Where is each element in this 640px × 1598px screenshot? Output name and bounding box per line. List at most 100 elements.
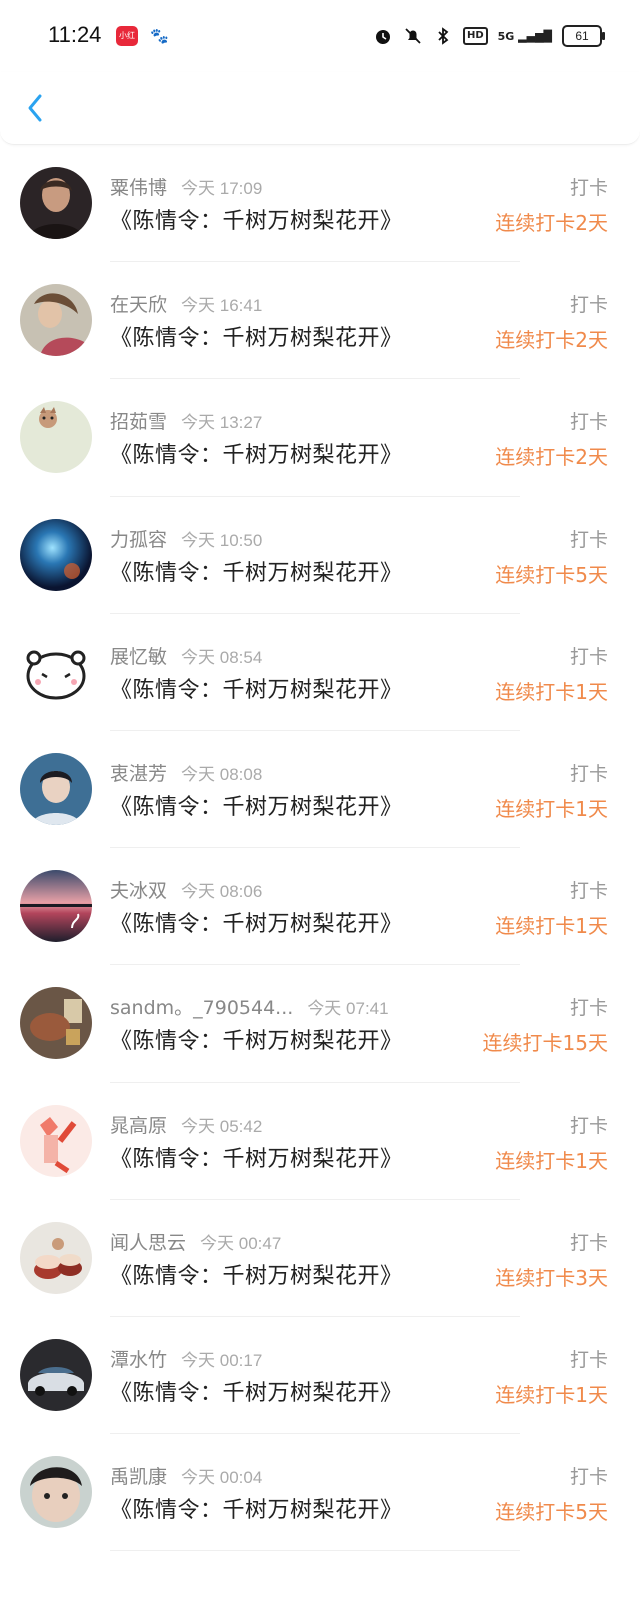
avatar[interactable] (20, 284, 92, 357)
user-name: 夫冰双 今天 08:06 (110, 876, 262, 903)
checkin-label: 打卡 (569, 294, 608, 317)
user-name-text: 粟伟博 (110, 177, 168, 199)
checkin-label: 打卡 (569, 177, 608, 199)
battery-icon: 61 (562, 25, 605, 47)
avatar[interactable] (20, 870, 92, 943)
streak-label: 连续打卡3天 (495, 1265, 608, 1290)
avatar[interactable] (20, 1338, 92, 1411)
avatar[interactable] (20, 752, 92, 825)
checkin-label: 打卡 (569, 1114, 608, 1137)
list-item[interactable]: 禹凯康 今天 00:04 《陈情令：千树万树梨花开》 打卡 连续打卡5天 (0, 1434, 640, 1552)
list-item[interactable]: 在天欣 今天 16:41 《陈情令：千树万树梨花开》 打卡 连续打卡2天 (0, 262, 640, 380)
streak-label: 连续打卡1天 (495, 914, 608, 939)
checkin-time: 今天 05:42 (181, 1116, 263, 1136)
user-name-text: 晁高原 (110, 1114, 168, 1137)
user-name-text: 展忆敏 (110, 645, 168, 668)
list-item[interactable]: 闻人思云 今天 00:47 《陈情令：千树万树梨花开》 打卡连续打卡3天 (0, 1200, 640, 1317)
streak-label: 连续打卡1天 (495, 679, 608, 704)
book-title: 《陈情令：千树万树梨花开》 (110, 1380, 403, 1406)
checkin-time: 今天 17:09 (181, 179, 263, 198)
checkin-label: 打卡 (569, 1231, 608, 1254)
checkin-time: 今天 00:47 (200, 1233, 282, 1253)
checkin-time: 今天 08:06 (181, 882, 263, 902)
avatar[interactable] (20, 635, 92, 708)
book-title: 《陈情令：千树万树梨花开》 (110, 560, 403, 586)
avatar[interactable] (20, 518, 92, 591)
list-item[interactable]: 招茹雪 今天 13:27 《陈情令：千树万树梨花开》 打卡连续打卡2天 (0, 379, 640, 497)
user-name-text: sandm。_790544... (110, 997, 294, 1020)
avatar[interactable] (20, 987, 92, 1060)
checkin-label: 打卡 (569, 1348, 608, 1371)
avatar[interactable] (20, 1456, 92, 1529)
list-item[interactable]: 展忆敏 今天 08:54 《陈情令：千树万树梨花开》 打卡连续打卡1天 (0, 614, 640, 731)
list-item[interactable]: 晁高原 今天 05:42 《陈情令：千树万树梨花开》 打卡 连续打卡1天 (0, 1083, 640, 1200)
avatar[interactable] (20, 167, 92, 239)
user-name-text: 招茹雪 (110, 411, 168, 434)
list-item[interactable]: 力孤容 今天 10:50 《陈情令：千树万树梨花开》 打卡 连续打卡5天 (0, 497, 640, 614)
book-title: 《陈情令：千树万树梨花开》 (110, 794, 403, 820)
user-name: 潭水竹 今天 00:17 (110, 1345, 262, 1372)
user-name: 力孤容 今天 10:50 (110, 525, 262, 552)
user-name-text: 力孤容 (110, 528, 168, 551)
network-type: 5G (497, 29, 515, 43)
checkin-time: 今天 10:50 (181, 530, 263, 550)
status-time: 11:24 (48, 22, 102, 47)
red-app-icon: 小红书 (116, 26, 138, 60)
checkin-time: 今天 00:04 (181, 1468, 263, 1488)
checkin-label: 打卡 (569, 411, 608, 434)
checkin-time: 今天 13:27 (181, 413, 263, 433)
list-item[interactable]: sandm。_790544... 今天 07:41 《陈情令：千树万树梨花开》 打卡连… (0, 965, 640, 1083)
streak-label: 连续打卡1天 (495, 796, 608, 821)
avatar[interactable] (20, 1221, 92, 1294)
book-title: 《陈情令：千树万树梨花开》 (110, 1498, 403, 1524)
user-name: 闻人思云 今天 00:47 (110, 1228, 281, 1255)
checkin-list: 粟伟博 今天 17:09 《陈情令：千树万树梨花开》 打卡 连续打卡2天 在天欣 今天 16… (0, 145, 640, 1552)
user-name: 粟伟博 今天 17:09 (110, 173, 262, 200)
user-name-text: 潭水竹 (110, 1348, 168, 1371)
streak-label: 连续打卡5天 (495, 1500, 608, 1525)
list-item[interactable]: 粟伟博 今天 17:09 《陈情令：千树万树梨花开》 打卡连续打卡2天 (0, 145, 640, 263)
checkin-label: 打卡 (569, 645, 608, 668)
signal-icon: 5G ▂▄▆█ (497, 29, 552, 43)
checkin-label: 打卡 (569, 880, 608, 903)
mute-icon (405, 28, 421, 44)
user-name: 禹凯康 今天 00:04 (110, 1462, 262, 1489)
streak-label: 连续打卡1天 (495, 1148, 608, 1173)
user-name: sandm。_790544... 今天 07:41 (110, 993, 389, 1020)
book-title: 《陈情令：千树万树梨花开》 (110, 1263, 403, 1289)
streak-label: 连续打卡2天 (495, 211, 608, 235)
book-title: 《陈情令：千树万树梨花开》 (110, 209, 403, 234)
book-title: 《陈情令：千树万树梨花开》 (110, 443, 403, 469)
status-icons: HD 5G ▂▄▆█ 61 (373, 24, 605, 48)
top-nav-bar (0, 72, 640, 145)
book-title: 《陈情令：千树万树梨花开》 (110, 677, 403, 703)
bluetooth-icon (438, 27, 449, 45)
user-name: 衷湛芳 今天 08:08 (110, 759, 262, 786)
avatar[interactable] (20, 1104, 92, 1177)
streak-label: 连续打卡2天 (495, 445, 608, 470)
user-name: 晁高原 今天 05:42 (110, 1111, 262, 1138)
streak-label: 连续打卡2天 (495, 328, 608, 353)
checkin-label: 打卡 (569, 997, 608, 1020)
back-icon[interactable] (22, 90, 50, 126)
user-name-text: 闻人思云 (110, 1231, 187, 1254)
user-name: 在天欣 今天 16:41 (110, 290, 262, 317)
checkin-label: 打卡 (569, 528, 608, 551)
status-bar: 11:24 小红书 🐾 HD 5G ▂▄▆█ 61 (0, 0, 640, 72)
checkin-time: 今天 08:54 (181, 647, 263, 667)
list-item[interactable]: 潭水竹 今天 00:17 《陈情令：千树万树梨花开》 打卡连续打卡1天 (0, 1317, 640, 1435)
checkin-time: 今天 16:41 (181, 296, 263, 316)
checkin-time: 今天 08:08 (181, 764, 263, 784)
streak-label: 连续打卡1天 (495, 1382, 608, 1407)
user-name: 展忆敏 今天 08:54 (110, 642, 262, 669)
avatar[interactable] (20, 401, 92, 474)
list-item[interactable]: 夫冰双 今天 08:06 《陈情令：千树万树梨花开》 打卡连续打卡1天 (0, 848, 640, 966)
user-name-text: 禹凯康 (110, 1466, 168, 1489)
list-item[interactable]: 衷湛芳 今天 08:08 《陈情令：千树万树梨花开》 打卡连续打卡1天 (0, 731, 640, 849)
user-name-text: 在天欣 (110, 294, 168, 317)
user-name-text: 夫冰双 (110, 880, 168, 903)
checkin-label: 打卡 (569, 762, 608, 785)
checkin-time: 今天 07:41 (307, 999, 389, 1019)
checkin-time: 今天 00:17 (181, 1350, 263, 1370)
book-title: 《陈情令：千树万树梨花开》 (110, 912, 403, 938)
